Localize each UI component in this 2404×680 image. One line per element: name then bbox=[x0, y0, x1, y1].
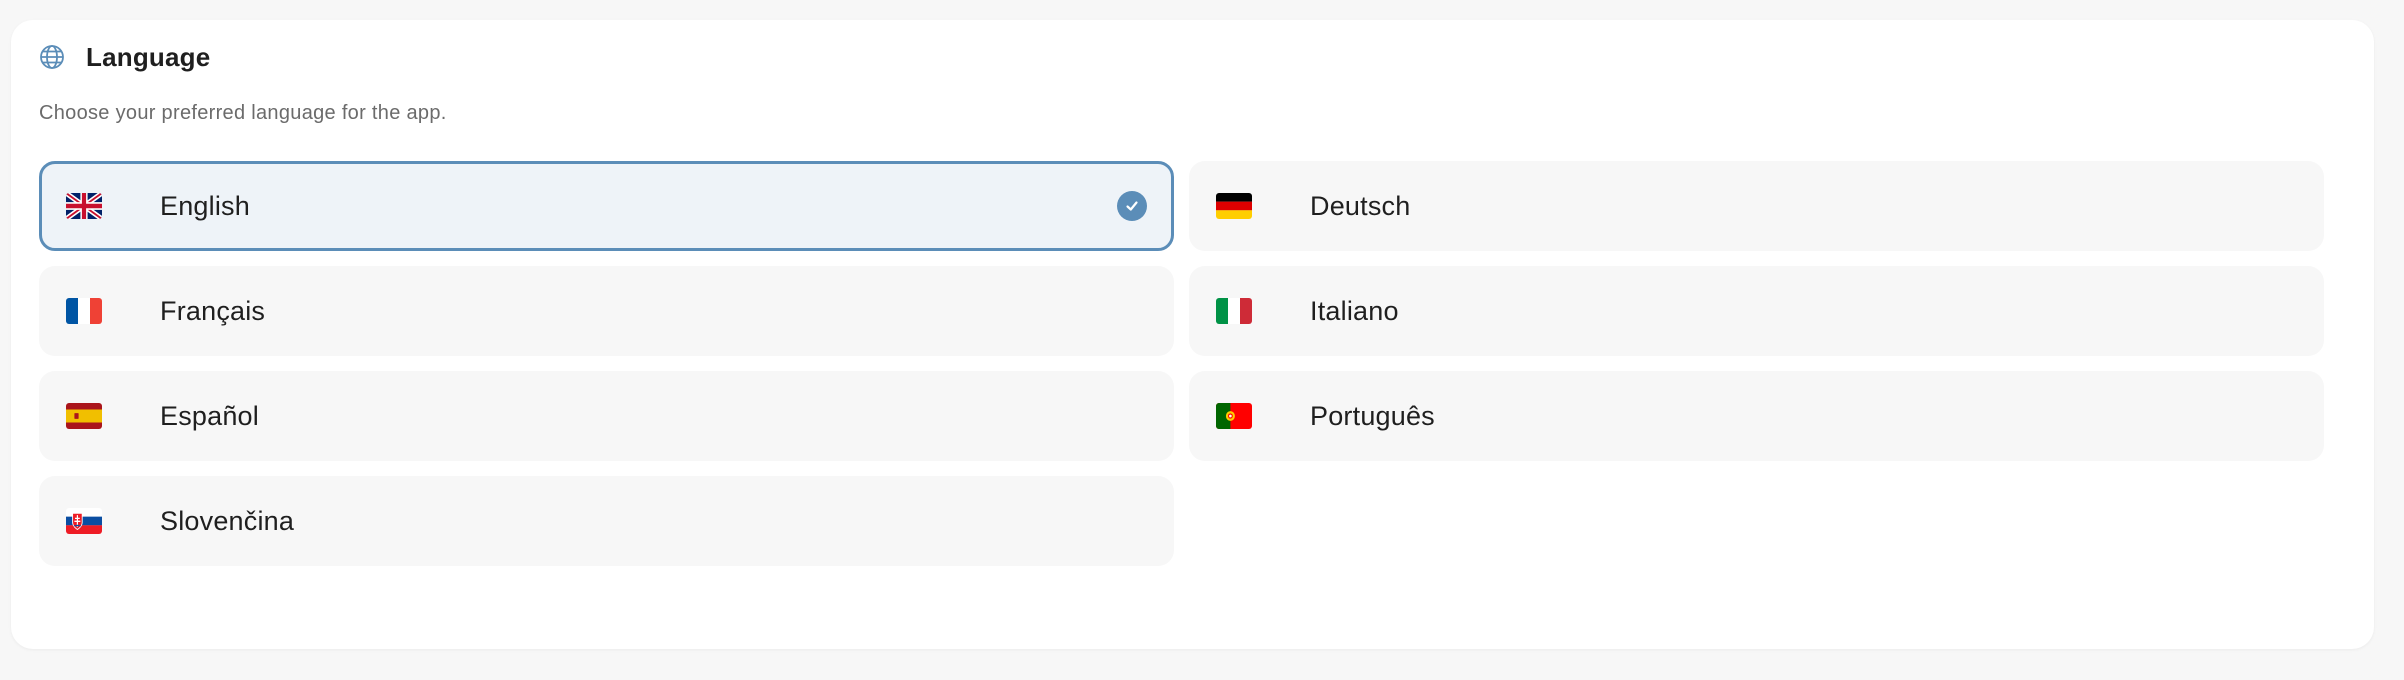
language-label: English bbox=[160, 190, 250, 221]
gb-flag-icon bbox=[66, 193, 102, 219]
es-flag-icon bbox=[66, 403, 102, 429]
it-flag-icon bbox=[1216, 298, 1252, 324]
globe-icon bbox=[38, 43, 66, 71]
language-option-espanol[interactable]: Español bbox=[39, 371, 1174, 461]
checkmark-icon bbox=[1117, 191, 1147, 221]
language-label: Español bbox=[160, 400, 259, 431]
language-options-grid: English Deutsch Français Italiano Españo… bbox=[39, 161, 2324, 566]
language-label: Slovenčina bbox=[160, 505, 295, 536]
fr-flag-icon bbox=[66, 298, 102, 324]
language-option-deutsch[interactable]: Deutsch bbox=[1189, 161, 2324, 251]
language-label: Português bbox=[1310, 400, 1435, 431]
sk-flag-icon bbox=[66, 508, 102, 534]
section-title: Language bbox=[86, 41, 211, 72]
de-flag-icon bbox=[1216, 193, 1252, 219]
language-option-portugues[interactable]: Português bbox=[1189, 371, 2324, 461]
section-header: Language bbox=[38, 40, 210, 74]
language-option-italiano[interactable]: Italiano bbox=[1189, 266, 2324, 356]
language-option-francais[interactable]: Français bbox=[39, 266, 1174, 356]
language-label: Français bbox=[160, 295, 266, 326]
language-option-english[interactable]: English bbox=[39, 161, 1174, 251]
language-label: Italiano bbox=[1310, 295, 1399, 326]
language-label: Deutsch bbox=[1310, 190, 1411, 221]
pt-flag-icon bbox=[1216, 403, 1252, 429]
language-option-slovencina[interactable]: Slovenčina bbox=[39, 476, 1174, 566]
section-subtitle: Choose your preferred language for the a… bbox=[39, 102, 447, 124]
